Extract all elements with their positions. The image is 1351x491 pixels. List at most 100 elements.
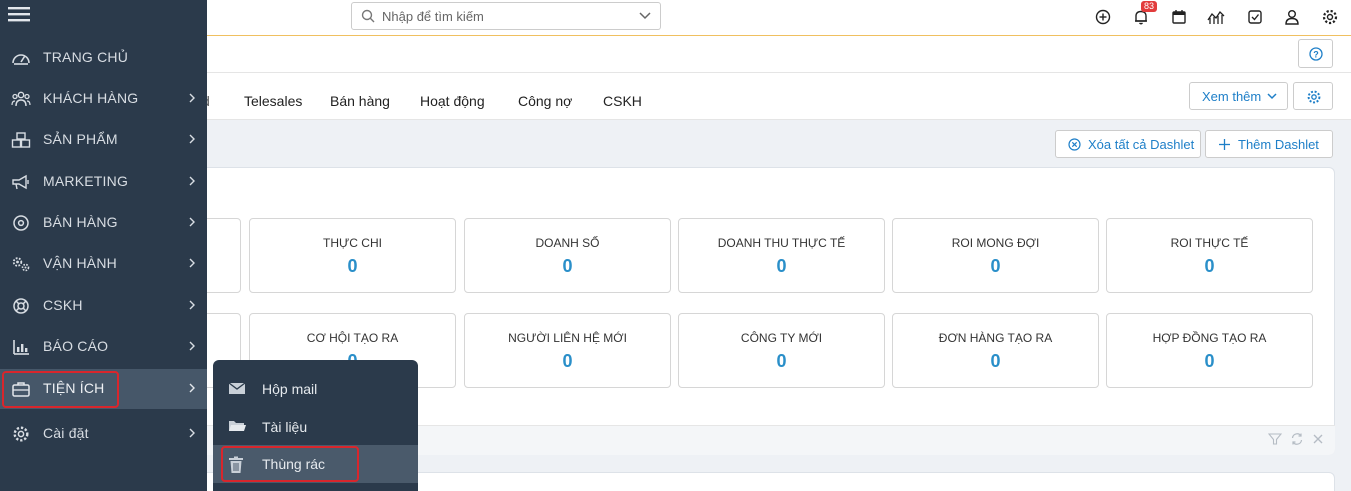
search-box[interactable] [351,2,661,30]
sidebar-item-label: TRANG CHỦ [43,49,129,65]
calendar-icon[interactable] [1170,8,1188,26]
refresh-icon[interactable] [1290,432,1304,446]
chevron-down-icon[interactable] [638,10,652,22]
sidebar-item-san-pham[interactable]: SẢN PHẨM [0,120,207,160]
close-icon[interactable] [1311,432,1325,446]
sidebar-item-marketing[interactable]: MARKETING [0,162,207,202]
chevron-right-icon [189,134,195,144]
tab-hoat-dong[interactable]: Hoạt động [420,93,485,109]
stat-card-doanh-thu-thuc-te: DOANH THU THỰC TẾ 0 [678,218,885,293]
see-more-button[interactable]: Xem thêm [1189,82,1288,110]
tab-ban-hang[interactable]: Bán hàng [330,93,390,109]
sidebar-item-bao-cao[interactable]: BÁO CÁO [0,327,207,367]
filter-icon[interactable] [1268,432,1282,446]
plus-icon [1219,139,1230,150]
lifebuoy-icon [13,298,29,314]
sidebar-item-van-hanh[interactable]: VẬN HÀNH [0,244,207,284]
dashboard-icon [12,54,30,65]
stat-value: 0 [776,256,787,276]
sidebar-item-label: BÁN HÀNG [43,214,118,230]
gear-icon [1307,90,1321,104]
add-dashlet-button[interactable]: Thêm Dashlet [1205,130,1333,158]
sidebar-item-cai-dat[interactable]: Cài đặt [0,414,207,454]
stat-label: ROI MONG ĐỢI [951,236,1040,250]
stat-card-roi-mong-doi: ROI MONG ĐỢI 0 [892,218,1099,293]
sidebar-item-label: SẢN PHẨM [43,131,118,147]
chevron-right-icon [189,217,195,227]
boxes-icon [11,132,31,148]
stat-card-thuc-chi: THỰC CHI 0 [249,218,456,293]
sidebar-item-label: BÁO CÁO [43,338,109,354]
help-button[interactable]: ? [1298,39,1333,68]
stat-label: ROI THỰC TẾ [1170,236,1249,250]
see-more-label: Xem thêm [1202,89,1262,104]
chevron-right-icon [189,300,195,310]
tab-telesales[interactable]: Telesales [244,93,302,109]
highlight-box-tien-ich [2,371,119,408]
notification-count-badge: 83 [1141,1,1158,12]
submenu-item-tai-lieu[interactable]: Tài liệu [213,408,418,446]
sidebar-item-ban-hang[interactable]: BÁN HÀNG [0,203,207,243]
stat-label: THỰC CHI [323,236,382,250]
megaphone-icon [12,174,29,190]
chevron-right-icon [189,341,195,351]
tab-cong-no[interactable]: Công nợ [518,93,572,109]
user-icon[interactable] [1283,8,1301,26]
close-circle-icon [1068,138,1081,151]
sidebar-item-label: KHÁCH HÀNG [43,90,139,106]
chevron-right-icon [189,93,195,103]
stat-card-hop-dong-tao-ra: HỢP ĐỒNG TẠO RA 0 [1106,313,1313,388]
svg-text:?: ? [1313,50,1319,60]
stat-label: ĐƠN HÀNG TẠO RA [938,331,1053,345]
tab-cskh[interactable]: CSKH [603,93,642,109]
stat-card-cong-ty-moi: CÔNG TY MỚI 0 [678,313,885,388]
submenu-item-hop-mail[interactable]: Hộp mail [213,370,418,408]
sidebar-item-label: CSKH [43,297,83,313]
stat-label: CÔNG TY MỚI [740,331,823,345]
plus-circle-icon[interactable] [1094,8,1112,26]
search-input[interactable] [382,6,622,26]
sidebar: TRANG CHỦ KHÁCH HÀNG SẢN PHẨM MARKETING … [0,0,207,491]
stat-value: 0 [990,351,1001,371]
hamburger-menu-icon[interactable] [8,4,30,24]
sidebar-item-label: MARKETING [43,173,129,189]
bar-chart-icon [13,340,29,355]
chevron-down-icon [1267,93,1277,100]
clear-all-dashlets-label: Xóa tất cả Dashlet [1088,137,1195,152]
question-circle-icon: ? [1309,47,1323,61]
chevron-right-icon [189,258,195,268]
envelope-icon [228,382,246,394]
stat-value: 0 [562,256,573,276]
folder-icon [229,421,246,431]
submenu-item-label: Tài liệu [262,419,308,435]
stat-label: DOANH THU THỰC TẾ [717,236,846,250]
stat-card-doanh-so: DOANH SỐ 0 [464,218,671,293]
chart-icon[interactable] [1207,8,1225,26]
stat-label: CƠ HỘI TẠO RA [306,331,399,345]
stat-card-don-hang-tao-ra: ĐƠN HÀNG TẠO RA 0 [892,313,1099,388]
stat-value: 0 [562,351,573,371]
gear-icon [13,426,29,442]
sidebar-item-cskh[interactable]: CSKH [0,286,207,326]
tab-settings-button[interactable] [1293,82,1333,110]
cogs-icon [12,257,30,272]
stat-label: DOANH SỐ [535,236,600,250]
stat-value: 0 [347,256,358,276]
gear-icon[interactable] [1321,8,1339,26]
sidebar-item-label: VẬN HÀNH [43,255,117,271]
target-icon [13,215,29,231]
sidebar-item-khach-hang[interactable]: KHÁCH HÀNG [0,79,207,119]
stat-label: NGƯỜI LIÊN HỆ MỚI [508,331,627,345]
checkbox-icon[interactable] [1246,8,1264,26]
search-icon [361,9,375,23]
sidebar-item-trang-chu[interactable]: TRANG CHỦ [0,38,207,78]
submenu-item-label: Hộp mail [262,381,318,397]
stat-card-roi-thuc-te: ROI THỰC TẾ 0 [1106,218,1313,293]
sidebar-item-label: Cài đặt [43,425,89,441]
stat-card-nguoi-lien-he-moi: NGƯỜI LIÊN HỆ MỚI 0 [464,313,671,388]
stat-label: HỢP ĐỒNG TẠO RA [1152,331,1267,345]
clear-all-dashlets-button[interactable]: Xóa tất cả Dashlet [1055,130,1201,158]
users-icon [11,91,31,107]
chevron-right-icon [189,383,195,393]
highlight-box-thung-rac [221,446,359,482]
